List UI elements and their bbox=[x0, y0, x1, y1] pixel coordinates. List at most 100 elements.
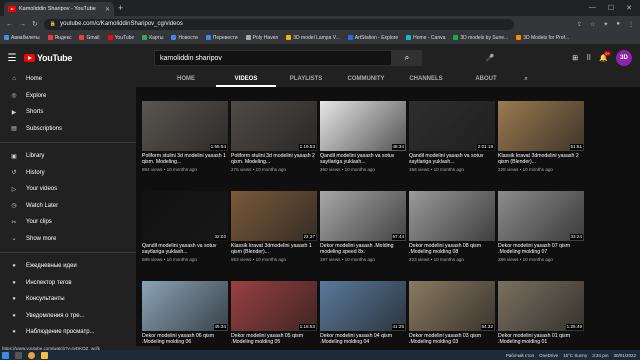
video-title[interactable]: Dekor modelini yasash 01 qism .Modeling … bbox=[498, 333, 584, 346]
bookmark-item[interactable]: Home - Canva bbox=[406, 35, 445, 41]
video-card[interactable]: 33:24 Dekor modelini yasash 07 qism .Mode… bbox=[498, 191, 584, 262]
video-title[interactable]: Dekor modelini yasash 08 qism .Modeling … bbox=[409, 243, 495, 256]
avatar[interactable]: 3D bbox=[616, 50, 632, 66]
search-taskbar-icon[interactable] bbox=[15, 351, 22, 359]
search-input[interactable]: kamoliddin sharipov bbox=[154, 50, 392, 66]
apps-icon[interactable]: ⠿ bbox=[586, 54, 591, 62]
video-thumbnail[interactable]: 57:44 bbox=[320, 191, 406, 241]
sidebar-item-наблюдение-просматр-[interactable]: ● Наблюдение просматр... bbox=[0, 324, 136, 341]
bookmark-item[interactable]: Авиабилеты bbox=[4, 35, 40, 41]
hamburger-menu-icon[interactable]: ☰ bbox=[0, 53, 24, 64]
video-card[interactable]: 2:01:19 Qandil modelini yasash va sotuv s… bbox=[409, 101, 495, 172]
new-tab-icon[interactable]: + bbox=[118, 3, 123, 13]
video-thumbnail[interactable]: 49:34 bbox=[142, 281, 228, 331]
close-window-icon[interactable]: ✕ bbox=[626, 4, 632, 12]
sidebar-item-your-clips[interactable]: ✂ Your clips bbox=[0, 214, 136, 231]
video-thumbnail[interactable]: 41:26 bbox=[320, 281, 406, 331]
video-title[interactable]: Dekor modelini yasash 03 qism .Modeling … bbox=[409, 333, 495, 346]
sidebar-item-уведомления-о-тре-[interactable]: ● Уведомления о тре... bbox=[0, 308, 136, 325]
chrome-icon[interactable] bbox=[28, 351, 35, 359]
bookmark-item[interactable]: Карты bbox=[142, 35, 163, 41]
video-card[interactable]: 51:51 Klassik kravat 3dmodelini yasash 2 … bbox=[498, 101, 584, 172]
video-card[interactable]: 1:18:53 Dekor modelini yasash 05 qism .Mo… bbox=[231, 281, 317, 347]
tab-about[interactable]: ABOUT bbox=[456, 71, 516, 87]
extensions-icon[interactable]: ✦ bbox=[603, 21, 608, 28]
bookmark-item[interactable]: Перевести bbox=[205, 35, 238, 41]
share-icon[interactable]: ⇪ bbox=[577, 21, 582, 28]
bookmark-item[interactable]: Новости bbox=[171, 35, 198, 41]
video-thumbnail[interactable]: 1:55:54 bbox=[142, 101, 228, 151]
video-thumbnail[interactable]: 32:03 bbox=[142, 191, 228, 241]
search-button[interactable]: ⌕ bbox=[392, 50, 422, 66]
bookmark-item[interactable]: 3D Models for Prof... bbox=[516, 35, 569, 41]
video-thumbnail[interactable]: 1:19:53 bbox=[231, 101, 317, 151]
video-card[interactable]: 54:32 Dekor modelini yasash 03 qism .Mode… bbox=[409, 281, 495, 347]
video-title[interactable]: Klassik kravat 3dmodelini yasash 2 qism … bbox=[498, 153, 584, 166]
sidebar-item-home[interactable]: ⌂ Home bbox=[0, 71, 136, 88]
sidebar-item-shorts[interactable]: ▶ Shorts bbox=[0, 104, 136, 121]
video-card[interactable]: 57:44 Dekor modelini yasash .Molding mode… bbox=[320, 191, 406, 262]
video-card[interactable]: 32:03 Qandil modelini yasash va sotuv say… bbox=[142, 191, 228, 262]
create-video-icon[interactable]: ⊞ bbox=[572, 54, 578, 62]
video-title[interactable]: Dekor modelini yasash 05 qism .Modeling … bbox=[231, 333, 317, 346]
explorer-icon[interactable] bbox=[41, 351, 48, 359]
bookmark-item[interactable]: YouTube bbox=[107, 35, 134, 41]
video-card[interactable]: 1:19:53 Poliform stulini 3d modelini yasa… bbox=[231, 101, 317, 172]
onedrive-label[interactable]: OneDrive bbox=[539, 353, 558, 358]
video-card[interactable]: 1:55:54 Poliform stulini 3d modelini yasa… bbox=[142, 101, 228, 172]
video-thumbnail[interactable]: 48:34 bbox=[320, 101, 406, 151]
bookmark-item[interactable]: Poly Haven bbox=[245, 35, 278, 41]
video-title[interactable]: Poliform stulini 3d modelini yasash 1 qi… bbox=[142, 153, 228, 166]
forward-icon[interactable]: → bbox=[19, 21, 26, 28]
sidebar-item-history[interactable]: ↺ History bbox=[0, 165, 136, 182]
sidebar-item-watch-later[interactable]: ◷ Watch Later bbox=[0, 198, 136, 215]
video-title[interactable]: Qandil modelini yasash va sotuv saytlari… bbox=[142, 243, 228, 256]
video-card[interactable]: Dekor modelini yasash 08 qism .Modeling … bbox=[409, 191, 495, 262]
video-thumbnail[interactable]: 51:51 bbox=[498, 101, 584, 151]
bookmark-item[interactable]: Gmail bbox=[79, 35, 100, 41]
video-title[interactable]: Klassik kravat 3dmodelini yasash 1 qism … bbox=[231, 243, 317, 256]
bookmark-item[interactable]: 3D models by Sune... bbox=[453, 35, 508, 41]
close-tab-icon[interactable]: ✕ bbox=[105, 6, 110, 13]
video-title[interactable]: Qandil modelini yasash va sotuv saytlari… bbox=[409, 153, 495, 166]
tab-home[interactable]: HOME bbox=[156, 71, 216, 87]
weather-label[interactable]: 15°C Sunny bbox=[563, 353, 587, 358]
video-thumbnail[interactable]: 54:32 bbox=[409, 281, 495, 331]
windows-start-icon[interactable] bbox=[2, 351, 9, 359]
video-title[interactable]: Qandil modelini yasash va sotuv saytlari… bbox=[320, 153, 406, 166]
sidebar-item-library[interactable]: ▣ Library bbox=[0, 148, 136, 165]
sidebar-item-your-videos[interactable]: ▷ Your videos bbox=[0, 181, 136, 198]
menu-icon[interactable]: ⋮ bbox=[628, 21, 634, 28]
minimize-icon[interactable]: — bbox=[589, 4, 596, 12]
video-thumbnail[interactable]: 1:26:49 bbox=[498, 281, 584, 331]
url-field[interactable]: 🔒 youtube.com/c/KamoliddinSharipov_cg/vi… bbox=[43, 18, 514, 30]
notifications-icon[interactable]: 🔔 9+ bbox=[599, 51, 611, 62]
sidebar-item-инспектор-тегов[interactable]: ● Инспектор тегов bbox=[0, 275, 136, 292]
video-thumbnail[interactable]: 2:01:19 bbox=[409, 101, 495, 151]
video-title[interactable]: Dekor modelini yasash 07 qism .Modeling … bbox=[498, 243, 584, 256]
video-thumbnail[interactable] bbox=[409, 191, 495, 241]
tab-community[interactable]: COMMUNITY bbox=[336, 71, 396, 87]
video-card[interactable]: 1:26:49 Dekor modelini yasash 01 qism .Mo… bbox=[498, 281, 584, 347]
clock-time[interactable]: 3:34 pm bbox=[592, 353, 608, 358]
video-thumbnail[interactable]: 33:24 bbox=[498, 191, 584, 241]
bookmark-item[interactable]: ArtStation - Explore bbox=[347, 35, 398, 41]
tab-videos[interactable]: VIDEOS bbox=[216, 71, 276, 87]
sidebar-item-консультанты[interactable]: ● Консультанты bbox=[0, 291, 136, 308]
video-title[interactable]: Dekor modelini yasash .Molding modeling … bbox=[320, 243, 406, 256]
bookmark-item[interactable]: 3D model Lampa V... bbox=[286, 35, 340, 41]
star-icon[interactable]: ☆ bbox=[590, 21, 595, 28]
sidebar-item-subscriptions[interactable]: ▤ Subscriptions bbox=[0, 121, 136, 138]
profile-icon[interactable]: ● bbox=[616, 21, 620, 28]
tab-playlists[interactable]: PLAYLISTS bbox=[276, 71, 336, 87]
desktop-label[interactable]: Рабочий стол bbox=[506, 353, 534, 358]
video-card[interactable]: 41:26 Dekor modelini yasash 04 qism .Mode… bbox=[320, 281, 406, 347]
channel-search-icon[interactable]: ⌕ bbox=[516, 71, 536, 87]
video-title[interactable]: Dekor modelini yasash 06 qism .Modeling … bbox=[142, 333, 228, 346]
video-title[interactable]: Dekor modelini yasash 04 qism .Modeling … bbox=[320, 333, 406, 346]
video-card[interactable]: 49:34 Dekor modelini yasash 06 qism .Mode… bbox=[142, 281, 228, 347]
video-card[interactable]: 48:34 Qandil modelini yasash va sotuv say… bbox=[320, 101, 406, 172]
sidebar-item-show-more[interactable]: ⌄ Show more bbox=[0, 231, 136, 248]
back-icon[interactable]: ← bbox=[6, 21, 13, 28]
video-title[interactable]: Poliform stulini 3d modelini yasash 2 qi… bbox=[231, 153, 317, 166]
